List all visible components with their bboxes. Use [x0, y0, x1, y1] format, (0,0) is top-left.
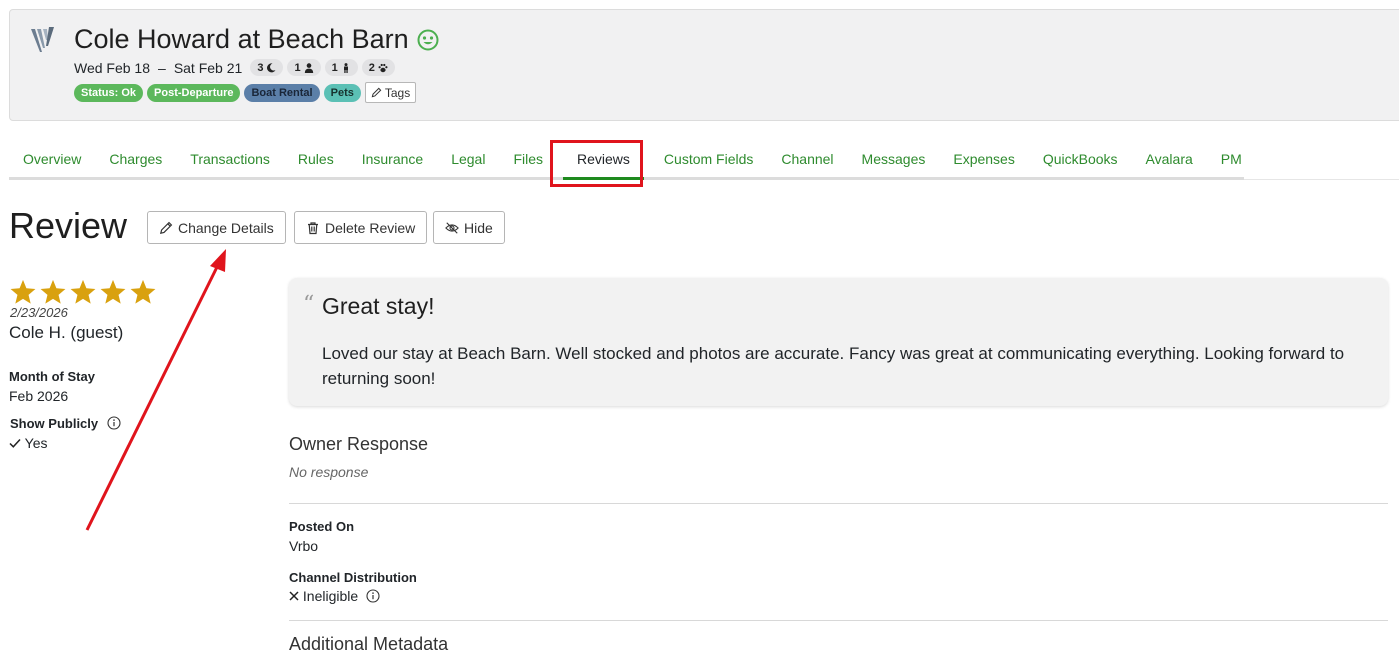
star-rating — [9, 279, 157, 305]
guest-title: Cole Howard at Beach Barn — [74, 24, 409, 54]
show-publicly-label: Show Publicly — [10, 416, 99, 431]
page-title: Review — [9, 205, 128, 246]
tab-channel[interactable]: Channel — [767, 140, 847, 177]
month-of-stay-label: Month of Stay — [9, 369, 95, 384]
stay-dates: Wed Feb 18 – Sat Feb 21 3 1 1 2 — [74, 59, 395, 76]
change-details-button[interactable]: Change Details — [147, 211, 286, 244]
adults-count: 1 — [287, 59, 321, 76]
channel-distribution-value: Ineligible — [302, 588, 359, 604]
start-date: Wed Feb 18 — [74, 59, 151, 76]
tab-overview[interactable]: Overview — [9, 140, 95, 177]
smiley-icon — [417, 29, 439, 50]
star-icon — [100, 279, 126, 304]
tab-avalara[interactable]: Avalara — [1132, 140, 1207, 177]
child-icon — [343, 62, 348, 73]
pets-value: 2 — [368, 61, 375, 74]
x-icon — [289, 591, 299, 601]
hide-label: Hide — [464, 219, 493, 236]
tab-expenses[interactable]: Expenses — [939, 140, 1028, 177]
children-value: 1 — [331, 61, 338, 74]
tag-pets[interactable]: Pets — [323, 83, 361, 102]
review-body: Loved our stay at Beach Barn. Well stock… — [322, 344, 1345, 388]
owner-response-title: Owner Response — [289, 434, 429, 454]
channel-distribution-row: Ineligible — [289, 588, 380, 604]
additional-metadata-title: Additional Metadata — [289, 634, 449, 654]
channel-distribution-label: Channel Distribution — [289, 570, 417, 585]
paw-icon — [378, 63, 388, 72]
pencil-icon — [371, 87, 382, 98]
show-publicly-row: Show Publicly — [10, 416, 121, 431]
tab-insurance[interactable]: Insurance — [348, 140, 437, 177]
tab-legal[interactable]: Legal — [437, 140, 499, 177]
hide-button[interactable]: Hide — [433, 211, 505, 244]
date-separator: – — [158, 59, 166, 76]
nights-value: 3 — [257, 61, 264, 74]
check-icon — [9, 438, 21, 448]
adults-value: 1 — [294, 61, 301, 74]
tags-button[interactable]: Tags — [364, 82, 417, 103]
review-quote-card: “ Great stay! Loved our stay at Beach Ba… — [289, 278, 1388, 406]
tags-button-label: Tags — [384, 85, 411, 100]
tab-pm[interactable]: PM — [1207, 140, 1256, 177]
active-tab-highlight — [550, 140, 643, 187]
trash-icon — [308, 221, 318, 234]
star-icon — [10, 279, 36, 304]
tabs-divider — [1244, 179, 1399, 180]
end-date: Sat Feb 21 — [173, 59, 243, 76]
tab-files[interactable]: Files — [499, 140, 557, 177]
star-icon — [130, 279, 156, 304]
moon-icon — [267, 62, 276, 72]
adult-icon — [304, 62, 313, 73]
info-icon[interactable] — [366, 589, 380, 603]
tab-charges[interactable]: Charges — [95, 140, 176, 177]
show-publicly-value: Yes — [24, 435, 48, 451]
tab-quickbooks[interactable]: QuickBooks — [1029, 140, 1132, 177]
star-icon — [40, 279, 66, 304]
tab-transactions[interactable]: Transactions — [176, 140, 284, 177]
posted-on-value: Vrbo — [289, 538, 319, 554]
brand-logo-icon — [31, 27, 54, 52]
tag-boat-rental[interactable]: Boat Rental — [244, 83, 320, 102]
divider — [289, 620, 1388, 621]
quote-icon: “ — [303, 292, 315, 317]
pencil-icon — [159, 221, 173, 234]
show-publicly-value-row: Yes — [9, 435, 47, 451]
review-title: Great stay! — [322, 293, 435, 319]
tags-row: Status: Ok Post-Departure Boat Rental Pe… — [74, 82, 417, 103]
owner-response-value: No response — [289, 464, 369, 480]
divider — [289, 503, 1388, 504]
tab-messages[interactable]: Messages — [848, 140, 940, 177]
star-icon — [70, 279, 96, 304]
change-details-label: Change Details — [178, 219, 274, 236]
posted-on-label: Posted On — [289, 519, 355, 534]
reviewer-name: Cole H. (guest) — [9, 323, 124, 342]
pets-count: 2 — [361, 59, 395, 76]
tag-status[interactable]: Status: Ok — [74, 83, 144, 102]
review-date: 2/23/2026 — [10, 305, 68, 320]
info-icon[interactable] — [107, 416, 121, 430]
nights-count: 3 — [250, 59, 284, 76]
eye-slash-icon — [445, 221, 459, 234]
delete-review-button[interactable]: Delete Review — [294, 211, 428, 244]
month-of-stay-value: Feb 2026 — [9, 388, 69, 404]
tab-rules[interactable]: Rules — [284, 140, 348, 177]
tab-custom-fields[interactable]: Custom Fields — [650, 140, 767, 177]
reservation-header: Cole Howard at Beach Barn Wed Feb 18 – S… — [9, 9, 1399, 121]
tag-post-departure[interactable]: Post-Departure — [147, 83, 241, 102]
delete-review-label: Delete Review — [325, 219, 416, 236]
children-count: 1 — [324, 59, 358, 76]
